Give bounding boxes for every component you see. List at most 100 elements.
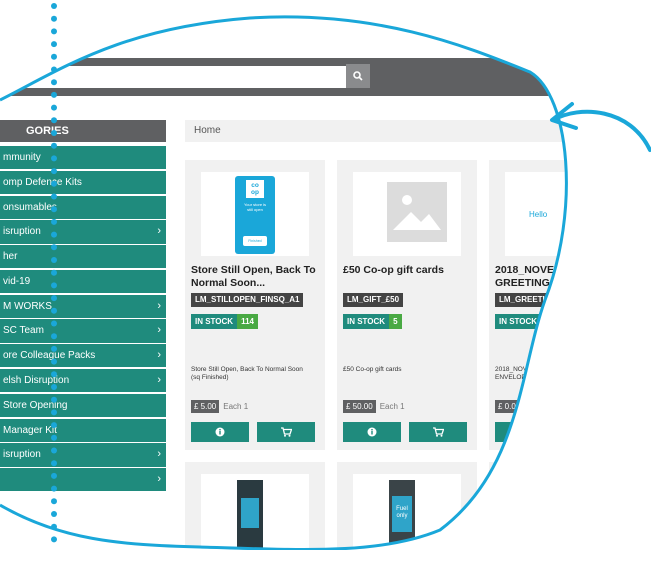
- dot: [51, 15, 57, 22]
- sidebar-item[interactable]: her: [0, 245, 166, 268]
- sidebar-item[interactable]: ›: [0, 468, 166, 491]
- chevron-right-icon: ›: [157, 349, 161, 362]
- leaflet-tag: Finished: [243, 236, 267, 246]
- sidebar-item[interactable]: elsh Disruption ›: [0, 369, 166, 392]
- leaflet-graphic: co op Your store is still open Finished: [235, 176, 275, 254]
- stock-label: IN STOCK: [495, 314, 541, 329]
- sidebar-item[interactable]: omp Defence Kits: [0, 171, 166, 194]
- info-icon: [367, 427, 377, 437]
- product-price: £ 5.00: [191, 400, 219, 413]
- chevron-right-icon: ›: [157, 299, 161, 312]
- breadcrumb-home[interactable]: Home: [194, 125, 221, 136]
- info-button[interactable]: [343, 422, 401, 442]
- dot: [51, 536, 57, 543]
- stock-badge: IN STOCK 5: [343, 314, 402, 329]
- sidebar-item-label: elsh Disruption: [3, 375, 70, 387]
- breadcrumb: Home: [185, 120, 651, 142]
- product-image[interactable]: [201, 474, 309, 550]
- product-description: Store Still Open, Back To Normal Soon (s…: [191, 366, 303, 381]
- image-placeholder-icon: [387, 182, 447, 242]
- stock-badge: IN STOCK 43: [495, 314, 558, 329]
- sidebar-item[interactable]: SC Team ›: [0, 319, 166, 342]
- chevron-right-icon: ›: [157, 473, 161, 486]
- chevron-right-icon: ›: [157, 324, 161, 337]
- product-description: 2018_NOVEMB ENVELOPE: [495, 366, 542, 381]
- chevron-right-icon: ›: [157, 225, 161, 238]
- product-price: £ 50.00: [343, 400, 376, 413]
- price-row: £ 5.00 Each 1: [191, 400, 248, 413]
- dot: [51, 41, 57, 48]
- dot: [51, 28, 57, 35]
- sidebar-item-label: omp Defence Kits: [3, 176, 82, 188]
- sidebar-item-label: vid-19: [3, 275, 31, 287]
- leaflet-text: Your store is still open: [243, 202, 267, 212]
- sidebar-item[interactable]: ore Colleague Packs ›: [0, 344, 166, 367]
- sidebar-item[interactable]: isruption ›: [0, 220, 166, 243]
- info-button[interactable]: [191, 422, 249, 442]
- price-row: £ 50.00 Each 1: [343, 400, 405, 413]
- sidebar-item-label: SC Team: [3, 325, 44, 337]
- sidebar-item[interactable]: isruption ›: [0, 443, 166, 466]
- coop-logo: co op: [246, 180, 264, 198]
- stock-badge: IN STOCK 114: [191, 314, 258, 329]
- curved-arrow-icon: [550, 102, 651, 152]
- sidebar-item-label: her: [3, 251, 18, 263]
- add-to-cart-button[interactable]: [257, 422, 315, 442]
- product-card: [489, 462, 629, 562]
- product-photo: Fuel only: [389, 480, 415, 550]
- unit-each: Each 1: [379, 402, 405, 411]
- sidebar-item[interactable]: vid-19: [0, 270, 166, 293]
- sidebar-item-label: onsumables: [3, 201, 57, 213]
- product-image[interactable]: Hello: [505, 172, 613, 256]
- sidebar-item[interactable]: onsumables: [0, 196, 166, 219]
- stock-quantity: 43: [541, 314, 558, 329]
- greeting-card-text: Hello: [529, 210, 548, 219]
- categories-header: GORIES: [0, 120, 166, 142]
- page-viewport: GORIES mmunity omp Defence Kits onsumables…: [0, 0, 651, 550]
- product-name[interactable]: £50 Co-op gift cards: [343, 264, 483, 277]
- sidebar-item-label: Manager Kit: [3, 424, 57, 436]
- add-to-cart-button[interactable]: [409, 422, 467, 442]
- product-image[interactable]: co op Your store is still open Finished: [201, 172, 309, 256]
- sidebar-item-label: ore Colleague Packs: [3, 350, 96, 362]
- dot: [51, 3, 57, 9]
- sidebar-item[interactable]: M WORKS ›: [0, 295, 166, 318]
- product-photo: [237, 480, 263, 550]
- product-card: Fuel only: [337, 462, 477, 562]
- product-card: co op Your store is still open Finished …: [185, 160, 325, 450]
- chevron-right-icon: ›: [157, 374, 161, 387]
- info-icon: [215, 427, 225, 437]
- sidebar-item[interactable]: Store Opening: [0, 394, 166, 417]
- cart-icon: [281, 427, 292, 437]
- search-input[interactable]: [0, 66, 348, 88]
- search-button[interactable]: [346, 64, 370, 88]
- photo-label: Fuel only: [392, 496, 412, 532]
- stock-quantity: 114: [237, 314, 258, 329]
- price-row: £ 0.00 Ea: [495, 400, 537, 413]
- sidebar-item-label: isruption: [3, 449, 41, 461]
- info-button[interactable]: [495, 422, 553, 442]
- sidebar-item-label: mmunity: [3, 152, 41, 163]
- sidebar-item[interactable]: mmunity: [0, 146, 166, 169]
- search-icon: [353, 71, 363, 81]
- product-name[interactable]: 2018_NOVE GREETING: [495, 264, 635, 289]
- sidebar-item-label: isruption: [3, 226, 41, 238]
- unit-each: Each 1: [223, 402, 249, 411]
- dot: [51, 53, 57, 60]
- stock-label: IN STOCK: [191, 314, 237, 329]
- info-icon: [519, 427, 529, 437]
- cart-icon: [433, 427, 444, 437]
- product-price: £ 0.00: [495, 400, 523, 413]
- sidebar-item-label: M WORKS: [3, 300, 52, 312]
- sidebar-item[interactable]: Manager Kit: [0, 419, 166, 442]
- product-card: [185, 462, 325, 562]
- product-image[interactable]: [353, 172, 461, 256]
- stock-label: IN STOCK: [343, 314, 389, 329]
- stock-quantity: 5: [389, 314, 401, 329]
- unit-each: Ea: [527, 402, 538, 411]
- product-description: £50 Co-op gift cards: [343, 366, 402, 373]
- product-image[interactable]: Fuel only: [353, 474, 461, 550]
- product-name[interactable]: Store Still Open, Back To Normal Soon...: [191, 264, 331, 289]
- chevron-right-icon: ›: [157, 448, 161, 461]
- product-code: LM_GREETING: [495, 293, 561, 307]
